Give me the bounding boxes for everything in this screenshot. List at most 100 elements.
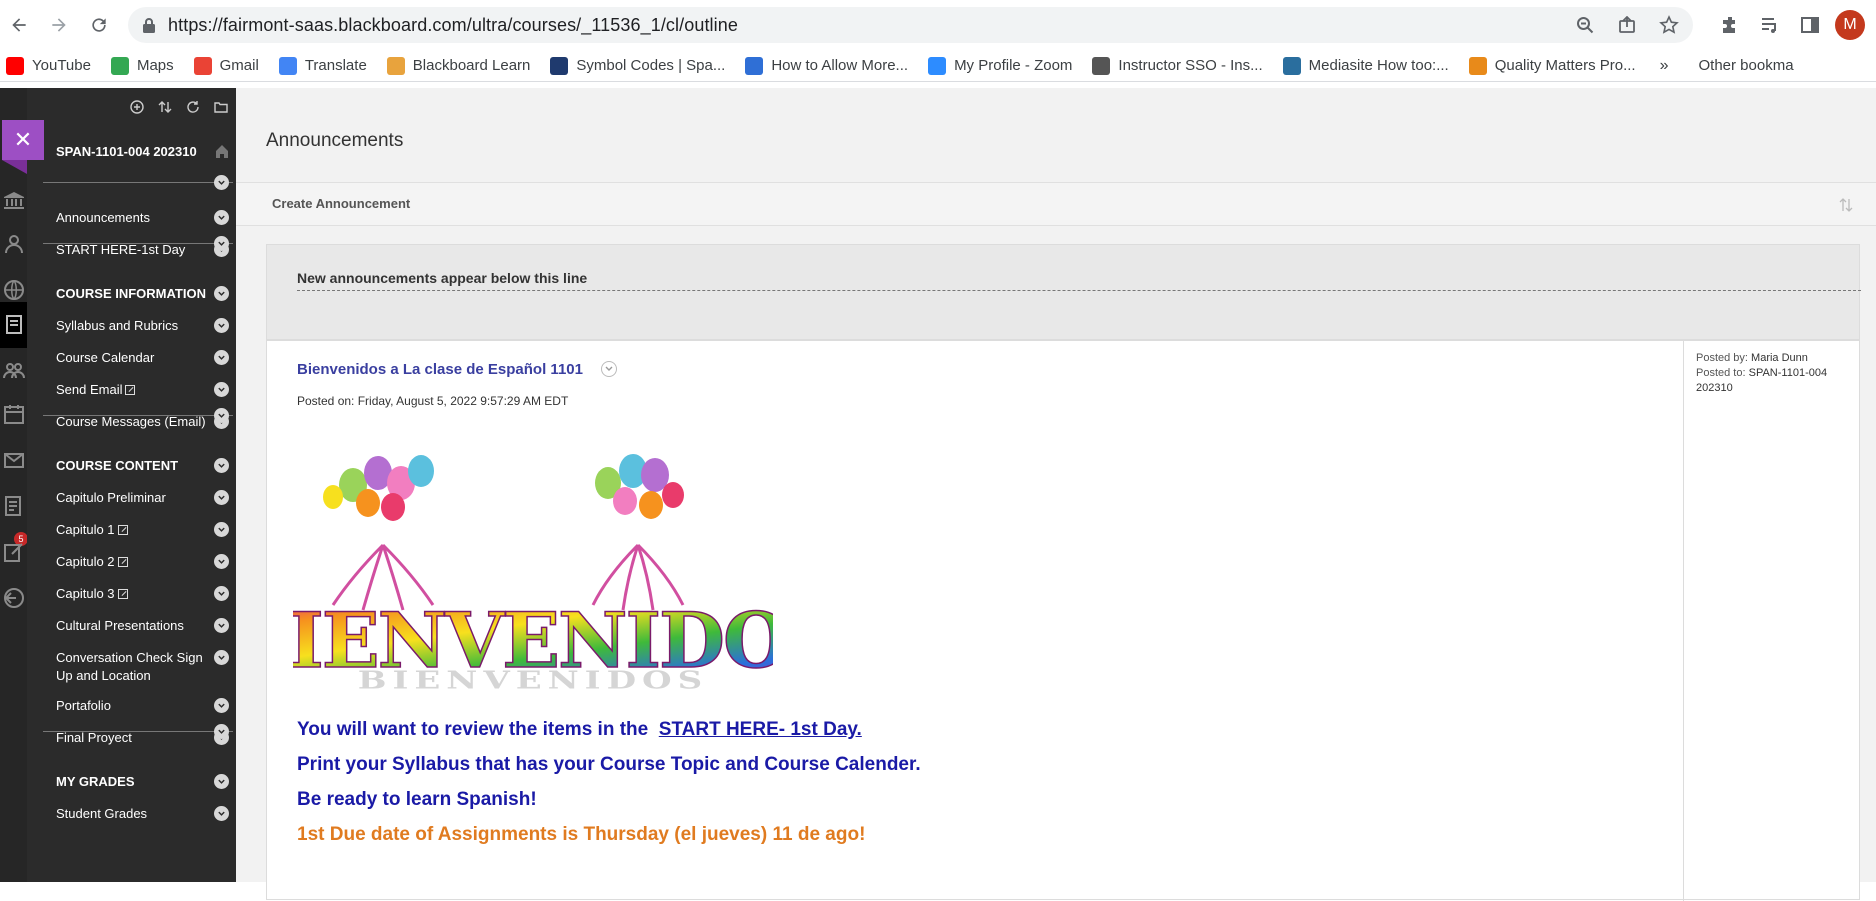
course-menu-item[interactable]: Capitulo 1 xyxy=(56,521,206,539)
course-menu-item[interactable]: Capitulo Preliminar xyxy=(56,489,206,507)
menu-item-chevron-icon[interactable] xyxy=(214,806,229,821)
bookmark-4[interactable]: Blackboard Learn xyxy=(386,56,531,75)
institution-icon[interactable] xyxy=(0,182,27,218)
bookmark-8[interactable]: Instructor SSO - Ins... xyxy=(1092,56,1263,75)
bookmark-star-icon[interactable] xyxy=(1655,11,1683,39)
close-course-menu-button[interactable]: ✕ xyxy=(2,120,44,160)
menu-divider xyxy=(43,182,233,183)
announcement-options-icon[interactable] xyxy=(601,361,617,377)
menu-item-chevron-icon[interactable] xyxy=(214,490,229,505)
divider-chevron-icon[interactable] xyxy=(214,724,229,739)
sort-icon[interactable] xyxy=(1838,197,1854,213)
course-menu-item[interactable]: Send Email xyxy=(56,381,206,399)
course-menu-item-label: MY GRADES xyxy=(56,774,135,789)
course-menu-item[interactable]: Student Grades xyxy=(56,805,206,823)
bookmark-label: Symbol Codes | Spa... xyxy=(576,57,726,74)
other-bookmarks[interactable]: Other bookma xyxy=(1690,57,1793,74)
course-menu-item-label: Capitulo Preliminar xyxy=(56,490,166,505)
bookmark-3[interactable]: Translate xyxy=(278,56,367,75)
share-icon[interactable] xyxy=(1613,11,1641,39)
course-title[interactable]: SPAN-1101-004 202310 xyxy=(56,144,197,159)
course-menu-item[interactable]: Cultural Presentations xyxy=(56,617,206,635)
announcement-title[interactable]: Bienvenidos a La clase de Español 1101 xyxy=(297,361,583,378)
address-bar[interactable]: https://fairmont-saas.blackboard.com/ult… xyxy=(128,7,1693,43)
side-panel-icon[interactable] xyxy=(1794,9,1826,41)
course-menu-item[interactable]: Capitulo 3 xyxy=(56,585,206,603)
course-menu: ✕ SPAN-1101-004 202310 Announcements STAR… xyxy=(2,88,236,882)
course-menu-item-label: Final Proyect xyxy=(56,730,132,745)
courses-icon[interactable] xyxy=(0,306,27,342)
notice-divider xyxy=(297,290,1861,291)
bookmark-2[interactable]: Gmail xyxy=(193,56,259,75)
profile-avatar[interactable]: M xyxy=(1834,9,1866,41)
course-menu-item[interactable]: Capitulo 2 xyxy=(56,553,206,571)
course-menu-item[interactable]: Conversation Check Sign Up and Location xyxy=(56,649,206,685)
mediasite-icon xyxy=(1282,56,1301,75)
url-text[interactable]: https://fairmont-saas.blackboard.com/ult… xyxy=(168,15,738,36)
media-control-icon[interactable] xyxy=(1754,9,1786,41)
bookmark-10[interactable]: Quality Matters Pro... xyxy=(1468,56,1636,75)
tools-icon[interactable] xyxy=(0,534,27,570)
course-menu-item[interactable]: Announcements xyxy=(56,209,206,227)
sign-out-icon[interactable] xyxy=(0,580,27,616)
main-content: Announcements Create Announcement New an… xyxy=(236,88,1876,901)
course-menu-item[interactable]: Portafolio xyxy=(56,697,206,715)
course-menu-item[interactable]: COURSE CONTENT xyxy=(56,457,206,475)
calendar-icon[interactable] xyxy=(0,396,27,432)
menu-item-chevron-icon[interactable] xyxy=(214,554,229,569)
menu-item-chevron-icon[interactable] xyxy=(214,286,229,301)
divider-chevron-icon[interactable] xyxy=(214,408,229,423)
create-announcement-button[interactable]: Create Announcement xyxy=(272,196,410,211)
folder-view-icon[interactable] xyxy=(212,98,230,116)
bookmark-6[interactable]: How to Allow More... xyxy=(745,56,908,75)
reorder-icon[interactable] xyxy=(156,98,174,116)
back-icon[interactable] xyxy=(0,6,38,44)
divider-chevron-icon[interactable] xyxy=(214,236,229,251)
profile-icon[interactable] xyxy=(0,226,27,262)
organizations-icon[interactable] xyxy=(0,352,27,388)
course-menu-item-label: START HERE-1st Day xyxy=(56,242,186,257)
menu-item-chevron-icon[interactable] xyxy=(214,774,229,789)
grades-icon[interactable] xyxy=(0,488,27,524)
start-here-link[interactable]: START HERE- 1st Day. xyxy=(659,719,862,740)
announcement-line-2: Print your Syllabus that has your Course… xyxy=(297,754,921,775)
bookmark-5[interactable]: Symbol Codes | Spa... xyxy=(550,56,726,75)
add-menu-item-icon[interactable] xyxy=(128,98,146,116)
bookmark-7[interactable]: My Profile - Zoom xyxy=(928,56,1072,75)
bookmark-1[interactable]: Maps xyxy=(110,56,174,75)
course-menu-item[interactable]: COURSE INFORMATION xyxy=(56,285,206,303)
bookmark-0[interactable]: YouTube xyxy=(6,56,91,75)
bookmark-9[interactable]: Mediasite How too:... xyxy=(1282,56,1449,75)
course-menu-item-label: COURSE INFORMATION xyxy=(56,286,206,301)
external-link-icon xyxy=(125,385,136,395)
bookmark-label: Blackboard Learn xyxy=(412,57,531,74)
home-icon[interactable] xyxy=(214,143,230,159)
announcement-meta: Posted by: Maria Dunn Posted to: SPAN-11… xyxy=(1683,341,1861,901)
course-menu-item[interactable]: MY GRADES xyxy=(56,773,206,791)
menu-item-chevron-icon[interactable] xyxy=(214,382,229,397)
menu-item-chevron-icon[interactable] xyxy=(214,350,229,365)
divider-chevron-icon[interactable] xyxy=(214,175,229,190)
translate-icon xyxy=(278,56,297,75)
course-menu-item-label: Conversation Check Sign Up and Location xyxy=(56,650,203,683)
messages-icon[interactable] xyxy=(0,442,27,478)
zoom-icon[interactable] xyxy=(1571,11,1599,39)
posted-to-label: Posted to: xyxy=(1696,367,1746,379)
forward-icon[interactable] xyxy=(40,6,78,44)
reload-icon[interactable] xyxy=(80,6,118,44)
menu-item-chevron-icon[interactable] xyxy=(214,318,229,333)
course-menu-item[interactable]: Syllabus and Rubrics xyxy=(56,317,206,335)
course-menu-item[interactable]: Course Calendar xyxy=(56,349,206,367)
more-bookmarks-button[interactable]: » xyxy=(1660,57,1669,75)
refresh-icon[interactable] xyxy=(184,98,202,116)
menu-item-chevron-icon[interactable] xyxy=(214,210,229,225)
extensions-icon[interactable] xyxy=(1714,9,1746,41)
menu-item-chevron-icon[interactable] xyxy=(214,650,229,665)
menu-item-chevron-icon[interactable] xyxy=(214,698,229,713)
menu-item-chevron-icon[interactable] xyxy=(214,458,229,473)
bookmark-label: Mediasite How too:... xyxy=(1308,57,1449,74)
menu-item-chevron-icon[interactable] xyxy=(214,586,229,601)
menu-item-chevron-icon[interactable] xyxy=(214,618,229,633)
menu-item-chevron-icon[interactable] xyxy=(214,522,229,537)
posted-by-value: Maria Dunn xyxy=(1751,352,1808,364)
